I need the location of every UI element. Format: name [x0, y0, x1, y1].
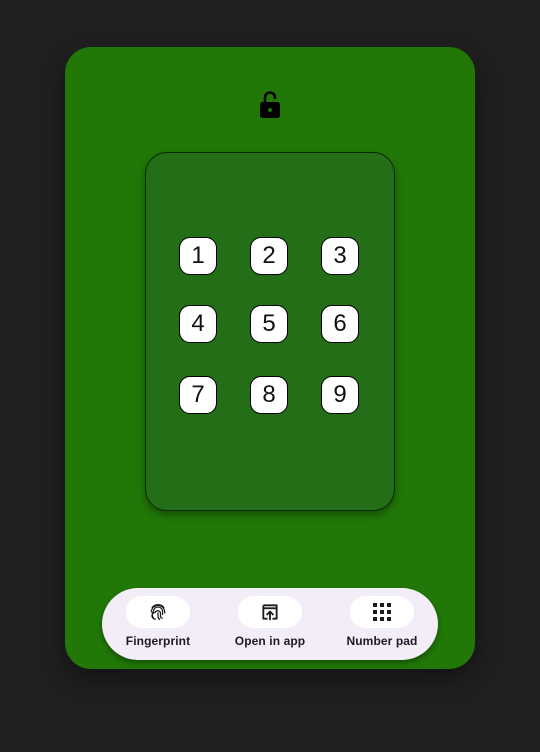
key-2[interactable]: 2 — [250, 237, 288, 275]
key-9[interactable]: 9 — [321, 376, 359, 414]
key-4[interactable]: 4 — [179, 305, 217, 343]
key-3[interactable]: 3 — [321, 237, 359, 275]
open-in-app-icon — [238, 596, 302, 628]
number-pad-button[interactable]: Number pad — [326, 588, 438, 660]
open-in-app-label: Open in app — [234, 634, 306, 648]
fingerprint-label: Fingerprint — [125, 634, 191, 648]
key-7[interactable]: 7 — [179, 376, 217, 414]
key-6[interactable]: 6 — [321, 305, 359, 343]
open-in-app-button[interactable]: Open in app — [214, 588, 326, 660]
lock-screen: 1 2 3 4 5 6 7 8 9 Fingerprint Open in ap… — [65, 47, 475, 669]
unlock-method-bar: Fingerprint Open in app Number pad — [102, 588, 438, 660]
key-8[interactable]: 8 — [250, 376, 288, 414]
key-1[interactable]: 1 — [179, 237, 217, 275]
key-5[interactable]: 5 — [250, 305, 288, 343]
lock-open-icon — [258, 89, 282, 119]
number-pad-icon — [350, 596, 414, 628]
keypad: 1 2 3 4 5 6 7 8 9 — [145, 152, 395, 511]
number-pad-label: Number pad — [346, 634, 418, 648]
fingerprint-button[interactable]: Fingerprint — [102, 588, 214, 660]
fingerprint-icon — [126, 596, 190, 628]
